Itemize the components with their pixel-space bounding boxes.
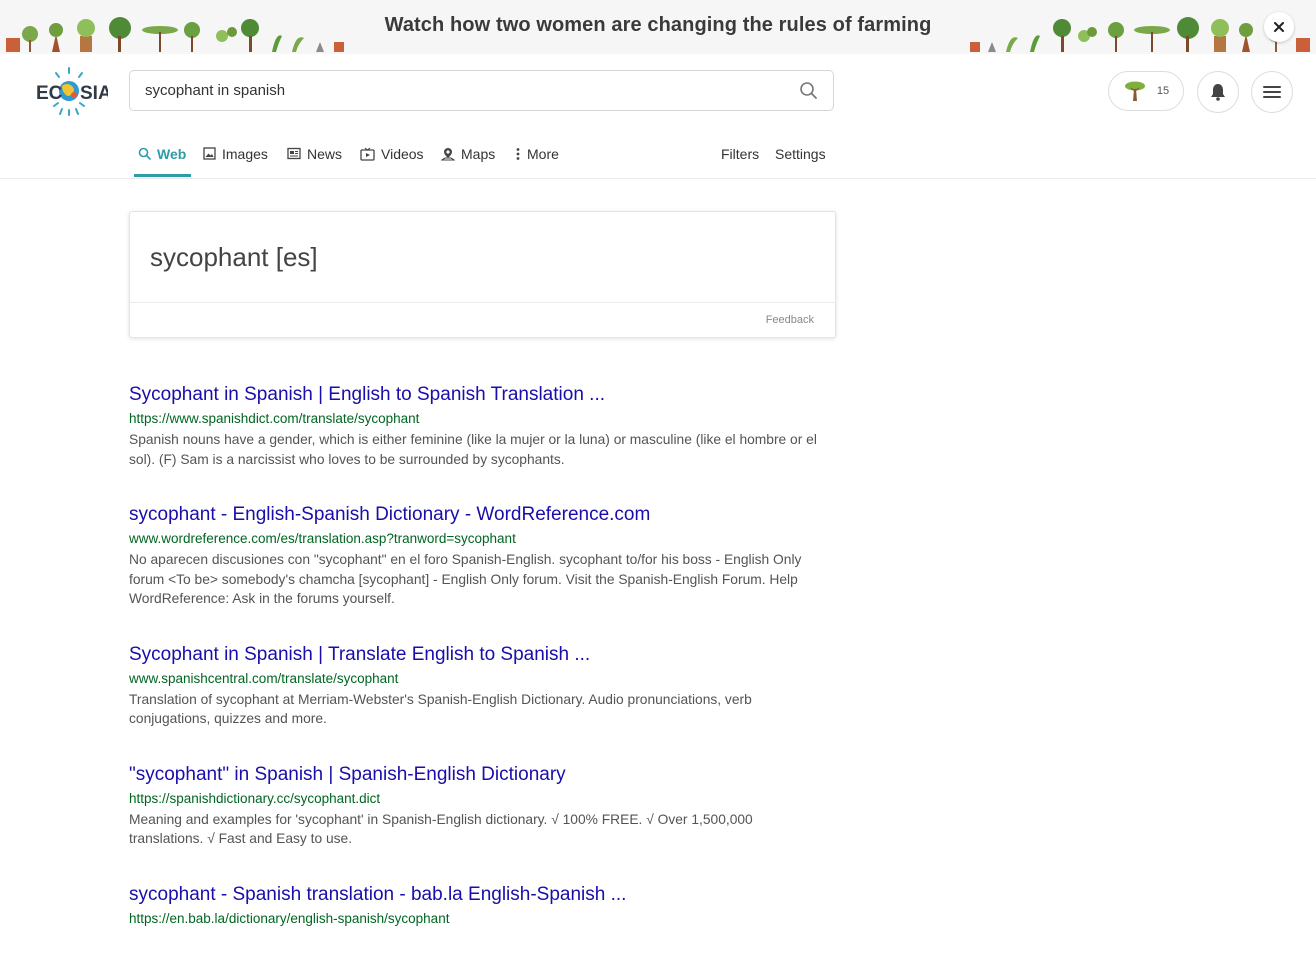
tab-web[interactable]: Web: [134, 140, 191, 177]
svg-text:SIA: SIA: [80, 83, 108, 104]
search-nav: Web Images News Videos Maps More Filters…: [0, 140, 1316, 179]
result-snippet: Meaning and examples for 'sycophant' in …: [129, 811, 753, 847]
result-snippet: No aparecen discusiones con "sycophant" …: [129, 552, 802, 606]
tab-label: Videos: [381, 146, 424, 162]
tree-icon: [1124, 81, 1145, 101]
video-icon: [360, 147, 375, 161]
result-snippet: Spanish nouns have a gender, which is ei…: [129, 432, 817, 467]
feedback-link[interactable]: Feedback: [766, 314, 814, 326]
tab-label: Images: [222, 146, 268, 162]
result-url[interactable]: https://en.bab.la/dictionary/english-spa…: [129, 910, 829, 928]
tab-news[interactable]: News: [287, 140, 342, 176]
ecosia-logo[interactable]: EC SIA: [32, 64, 108, 118]
close-icon: [1274, 22, 1284, 32]
result-url[interactable]: https://www.spanishdict.com/translate/sy…: [129, 410, 829, 428]
search-result: sycophant - Spanish translation - bab.la…: [129, 883, 829, 928]
news-icon: [287, 147, 301, 160]
main-menu-button[interactable]: [1251, 71, 1293, 113]
settings-button[interactable]: Settings: [775, 146, 826, 162]
banner-trees-illustration-right: [970, 17, 1310, 52]
bell-icon: [1211, 84, 1225, 101]
menu-icon: [1263, 86, 1281, 98]
search-result: "sycophant" in Spanish | Spanish-English…: [129, 763, 829, 849]
result-title-link[interactable]: Sycophant in Spanish | Translate English…: [129, 643, 829, 667]
search-results: Sycophant in Spanish | English to Spanis…: [129, 383, 829, 962]
filters-button[interactable]: Filters: [721, 146, 759, 162]
dictionary-term: sycophant [es]: [150, 242, 318, 272]
promo-banner[interactable]: Watch how two women are changing the rul…: [0, 0, 1316, 54]
tab-images[interactable]: Images: [203, 140, 268, 176]
tab-label: Web: [157, 146, 187, 162]
result-url[interactable]: https://spanishdictionary.cc/sycophant.d…: [129, 790, 829, 808]
tab-maps[interactable]: Maps: [441, 140, 495, 176]
banner-close-button[interactable]: [1264, 12, 1294, 42]
search-result: Sycophant in Spanish | Translate English…: [129, 643, 829, 729]
search-result: sycophant - English-Spanish Dictionary -…: [129, 503, 829, 609]
search-icon[interactable]: [799, 81, 819, 101]
result-title-link[interactable]: sycophant - English-Spanish Dictionary -…: [129, 503, 829, 527]
tab-more[interactable]: More: [515, 140, 559, 176]
tab-videos[interactable]: Videos: [360, 140, 424, 176]
tab-label: Maps: [461, 146, 496, 162]
result-snippet: Translation of sycophant at Merriam-Webs…: [129, 691, 752, 727]
search-box[interactable]: [129, 70, 834, 111]
result-title-link[interactable]: sycophant - Spanish translation - bab.la…: [129, 883, 829, 907]
tab-label: News: [307, 146, 343, 162]
svg-text:EC: EC: [36, 83, 63, 104]
search-input[interactable]: [145, 71, 785, 110]
card-divider: [130, 302, 835, 303]
result-title-link[interactable]: Sycophant in Spanish | English to Spanis…: [129, 383, 829, 407]
more-vertical-icon: [516, 148, 520, 160]
tree-count: 15: [1156, 85, 1170, 97]
search-result: Sycophant in Spanish | English to Spanis…: [129, 383, 829, 469]
result-url[interactable]: www.spanishcentral.com/translate/sycopha…: [129, 670, 829, 688]
result-title-link[interactable]: "sycophant" in Spanish | Spanish-English…: [129, 763, 829, 787]
map-pin-icon: [441, 148, 455, 161]
tree-counter-button[interactable]: 15: [1108, 71, 1184, 111]
tab-label: More: [527, 146, 559, 162]
image-icon: [203, 147, 216, 160]
dictionary-card: sycophant [es] Feedback: [129, 211, 836, 338]
result-url[interactable]: www.wordreference.com/es/translation.asp…: [129, 530, 829, 548]
notifications-button[interactable]: [1197, 71, 1239, 113]
search-icon: [138, 147, 151, 160]
